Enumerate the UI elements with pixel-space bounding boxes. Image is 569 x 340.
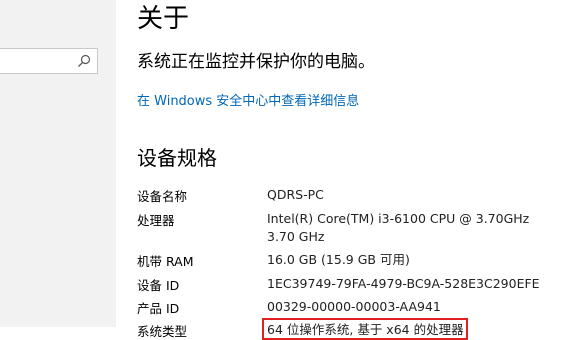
spec-label: 系统类型 <box>137 324 188 339</box>
spec-value: 00329-00000-00003-AA941 <box>267 299 441 314</box>
device-specs-heading: 设备规格 <box>137 146 217 170</box>
spec-value: 16.0 GB (15.9 GB 可用) <box>267 252 410 267</box>
spec-label: 机带 RAM <box>137 254 194 269</box>
protection-status-text: 系统正在监控并保护你的电脑。 <box>137 52 375 72</box>
page-title: 关于 <box>137 4 190 34</box>
spec-label: 处理器 <box>137 213 175 228</box>
system-type-highlight <box>262 318 468 340</box>
spec-value: Intel(R) Core(TM) i3-6100 CPU @ 3.70GHz … <box>267 211 530 244</box>
spec-value: QDRS-PC <box>267 187 324 202</box>
about-panel: 关于 系统正在监控并保护你的电脑。 在 Windows 安全中心中查看详细信息 … <box>137 0 569 340</box>
spec-label: 产品 ID <box>137 301 180 316</box>
spec-value: 1EC39749-79FA-4979-BC9A-528E3C290EFE <box>267 276 540 291</box>
search-icon <box>78 54 91 67</box>
search-input[interactable] <box>0 48 98 74</box>
settings-sidebar <box>0 0 116 327</box>
windows-security-link[interactable]: 在 Windows 安全中心中查看详细信息 <box>137 90 359 109</box>
spec-label: 设备 ID <box>137 278 180 293</box>
spec-label: 设备名称 <box>137 189 188 204</box>
